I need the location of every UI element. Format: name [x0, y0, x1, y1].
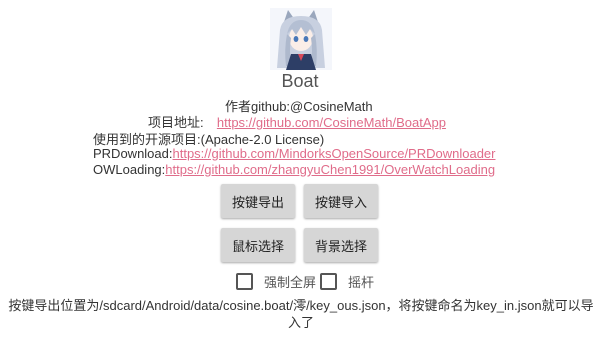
force-fullscreen-label: 强制全屏: [264, 275, 317, 290]
export-keys-button[interactable]: 按键导出: [221, 184, 295, 218]
joystick-label: 摇杆: [348, 275, 375, 290]
project-link[interactable]: https://github.com/CosineMath/BoatApp: [217, 115, 446, 130]
owloading-label: OWLoading:: [93, 162, 166, 177]
joystick-box[interactable]: [320, 273, 337, 290]
prdownload-label: PRDownload:: [93, 146, 173, 161]
prdownload-link[interactable]: https://github.com/MindorksOpenSource/PR…: [173, 146, 496, 161]
project-label: 项目地址:: [148, 115, 204, 130]
force-fullscreen-checkbox[interactable]: 强制全屏: [236, 272, 316, 291]
owloading-link[interactable]: https://github.com/zhangyuChen1991/OverW…: [165, 162, 495, 177]
owloading-line: OWLoading:https://github.com/zhangyuChen…: [93, 162, 495, 177]
export-location-note: 按键导出位置为/sdcard/Android/data/cosine.boat/…: [8, 298, 594, 330]
avatar: [270, 8, 332, 70]
select-mouse-button[interactable]: 鼠标选择: [221, 228, 295, 262]
about-page: Boat 作者github:@CosineMath 项目地址: https://…: [0, 0, 600, 337]
select-background-button[interactable]: 背景选择: [304, 228, 378, 262]
force-fullscreen-box[interactable]: [236, 273, 253, 290]
joystick-checkbox[interactable]: 摇杆: [320, 272, 374, 291]
import-keys-button[interactable]: 按键导入: [304, 184, 378, 218]
prdownload-line: PRDownload:https://github.com/MindorksOp…: [93, 146, 496, 161]
app-title: Boat: [281, 71, 319, 91]
